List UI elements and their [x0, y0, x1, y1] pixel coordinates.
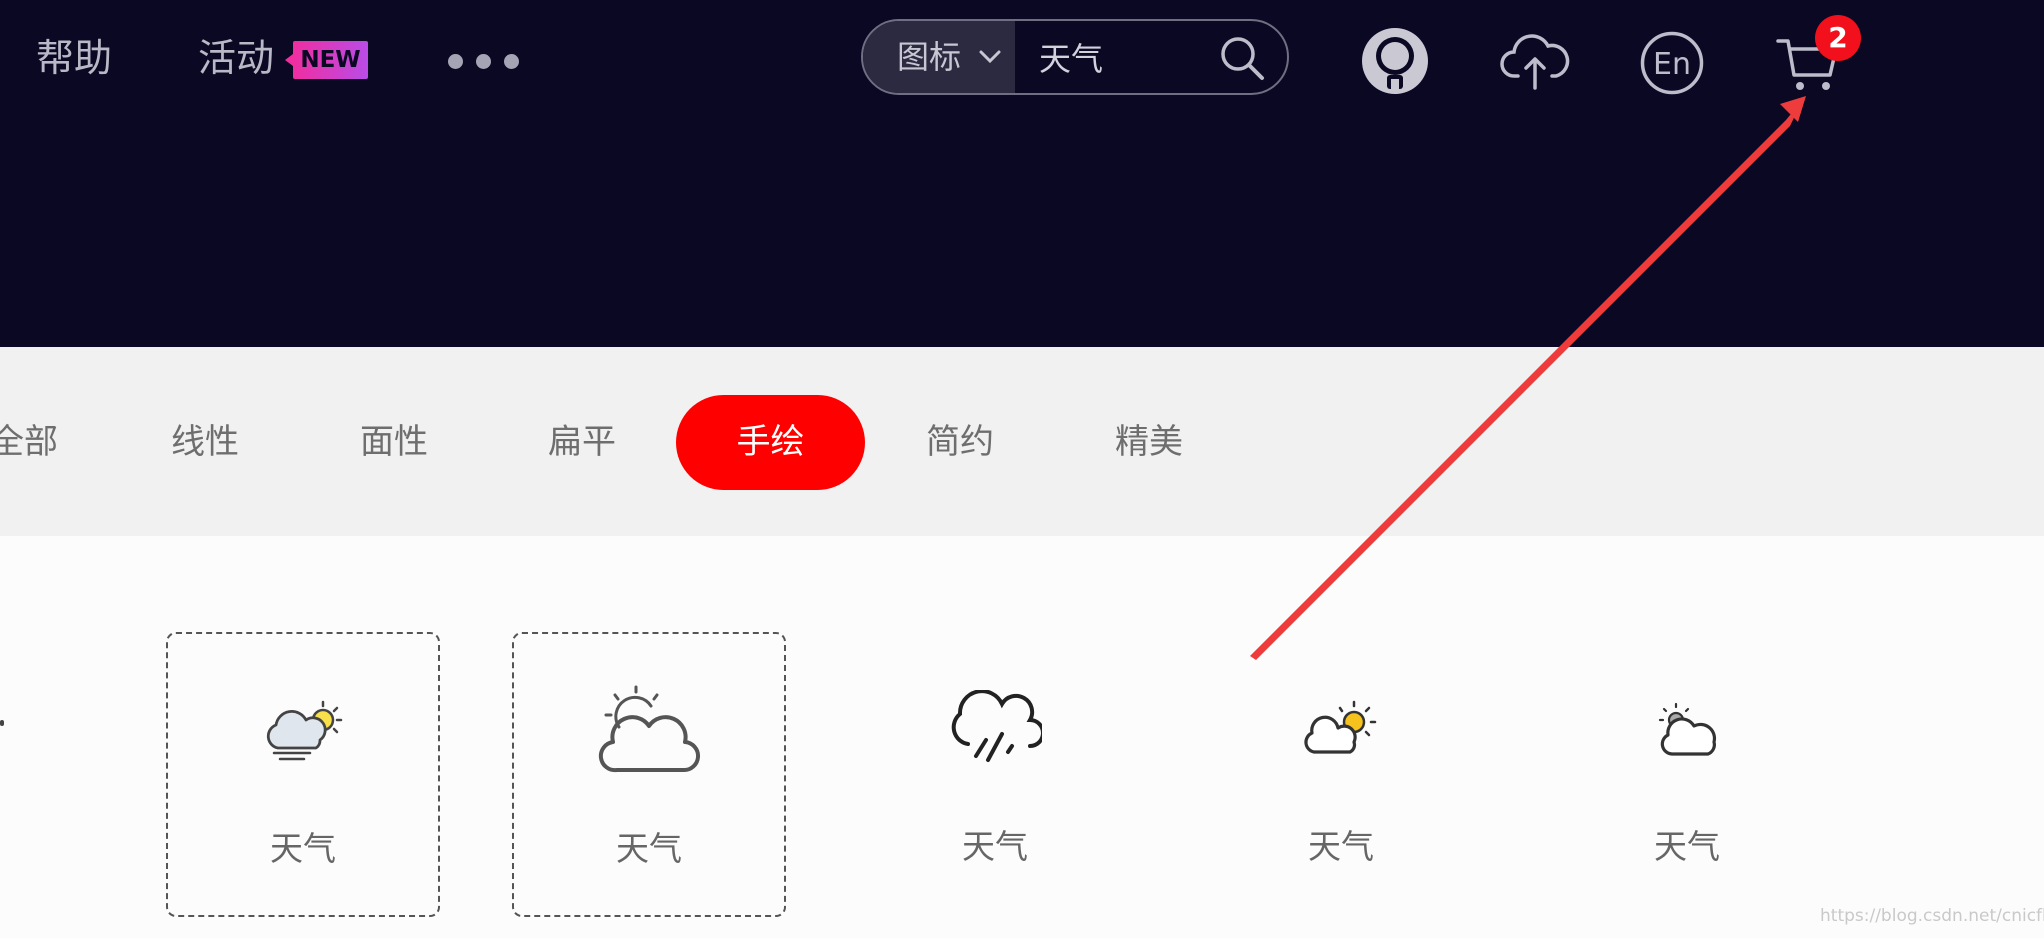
- upload-cloud-icon[interactable]: [1500, 30, 1570, 90]
- search-type-dropdown[interactable]: 图标: [863, 21, 1015, 93]
- partial-icon-fragment: [0, 720, 4, 726]
- sun-cloud-small-icon: [1658, 702, 1717, 756]
- watermark: https://blog.csdn.net/cnicfhnui: [1820, 906, 2044, 926]
- icon-label: 天气: [616, 829, 682, 868]
- filter-hand-drawn[interactable]: 手绘: [676, 395, 865, 490]
- filter-exquisite[interactable]: 精美: [1115, 419, 1183, 465]
- search-bar: 图标: [861, 19, 1289, 95]
- sun-behind-cloud-outline-icon: [598, 685, 701, 773]
- style-filter-bar: 全部 线性 面性 扁平 手绘 简约 精美: [0, 347, 2044, 536]
- icon-label: 天气: [270, 829, 336, 868]
- cloud-sun-fog-icon: [266, 700, 343, 761]
- new-badge: NEW: [285, 41, 368, 79]
- nav-help[interactable]: 帮助: [36, 33, 112, 83]
- partly-cloudy-icon: [1304, 700, 1377, 754]
- icon-label: 天气: [1654, 827, 1720, 866]
- icon-label: 天气: [962, 827, 1028, 866]
- filter-flat[interactable]: 扁平: [548, 419, 616, 465]
- chevron-down-icon: [979, 50, 1001, 64]
- cloud-rain-icon: [951, 690, 1042, 762]
- icon-label: 天气: [1308, 827, 1374, 866]
- icon-card[interactable]: 天气: [166, 632, 440, 917]
- icon-card[interactable]: 天气: [1550, 632, 1824, 917]
- search-type-label: 图标: [897, 38, 962, 76]
- icon-card[interactable]: 天气: [858, 632, 1132, 917]
- filter-all[interactable]: 全部: [0, 419, 58, 465]
- icon-card[interactable]: 天气: [512, 632, 786, 917]
- filter-solid[interactable]: 面性: [360, 419, 428, 465]
- avatar-icon[interactable]: [1361, 27, 1429, 95]
- more-dots-icon[interactable]: [448, 54, 520, 70]
- filter-linear[interactable]: 线性: [171, 419, 239, 465]
- language-label: En: [1653, 47, 1691, 82]
- top-header: 帮助 活动 NEW 图标 En: [0, 0, 2044, 347]
- search-icon[interactable]: [1219, 35, 1265, 81]
- icon-card[interactable]: 天气: [1204, 632, 1478, 917]
- filter-simple[interactable]: 简约: [926, 419, 994, 465]
- nav-activity[interactable]: 活动: [198, 33, 274, 83]
- language-en-icon[interactable]: En: [1640, 31, 1704, 95]
- cart-count-badge: 2: [1815, 15, 1861, 61]
- search-input[interactable]: [1015, 21, 1205, 93]
